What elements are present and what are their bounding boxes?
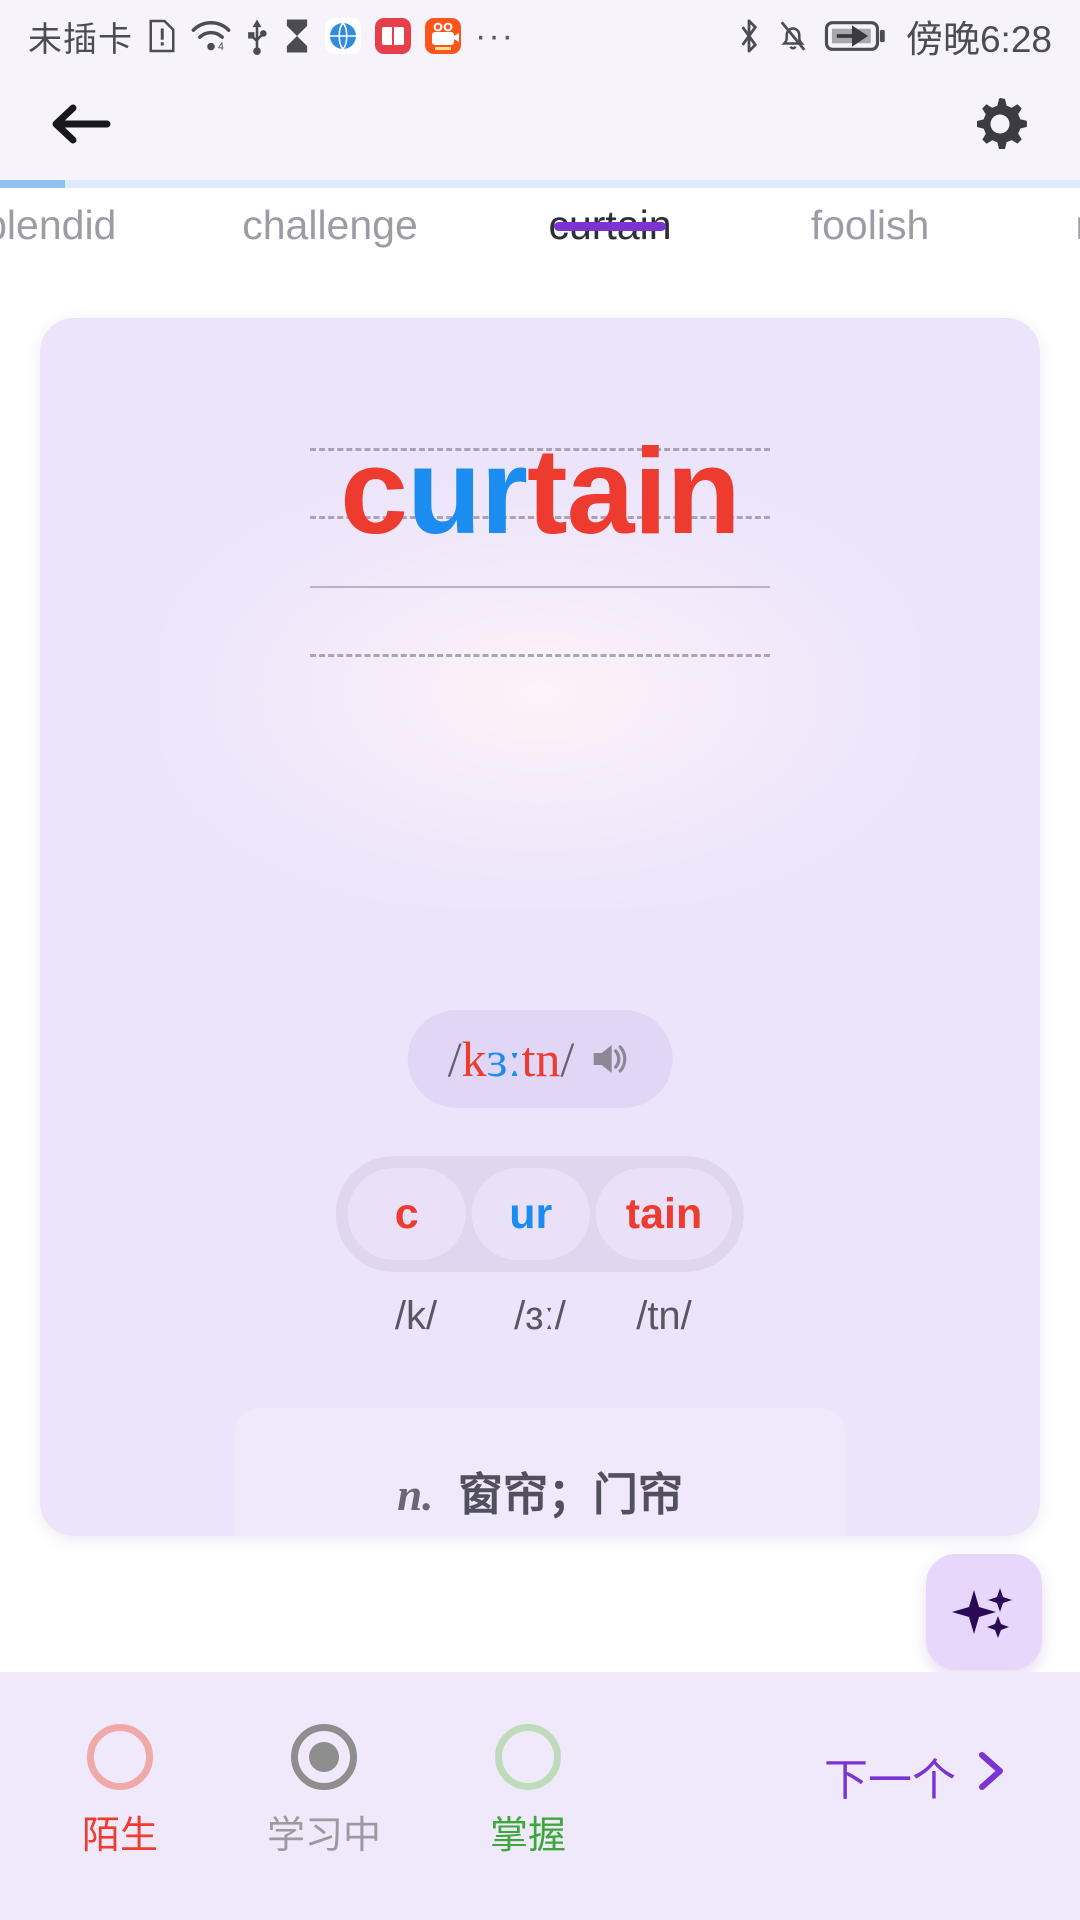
phonetic-segment: k <box>461 1031 487 1087</box>
hourglass-icon <box>283 17 311 55</box>
word-tab-row: splendid challenge curtain foolish misunders… <box>0 188 1080 293</box>
mastery-status-label: 陌生 <box>81 1814 158 1857</box>
mastery-status-group: 陌生 学习中 掌握 <box>46 1723 602 1859</box>
word-tab-challenge[interactable]: challenge <box>180 188 480 249</box>
active-tab-underline <box>554 222 666 231</box>
mastery-status-label: 学习中 <box>266 1814 381 1857</box>
definition-meaning: 窗帘；门帘 <box>457 1469 683 1520</box>
video-app-icon <box>425 18 461 54</box>
definition: n. 窗帘；门帘 <box>40 1458 1040 1523</box>
back-button[interactable] <box>44 90 116 162</box>
bottom-bar: 陌生 学习中 掌握 下一个 <box>0 1672 1080 1920</box>
next-word-button[interactable]: 下一个 <box>824 1744 1010 1808</box>
word-tab-label: splendid <box>0 202 117 248</box>
clock-label: 傍晚6:28 <box>905 19 1052 60</box>
wifi-icon: 4 <box>191 19 231 53</box>
syllable-letters: tain <box>625 1189 703 1238</box>
overflow-dots[interactable]: ··· <box>475 19 515 53</box>
word-segment: tain <box>526 423 741 559</box>
sim-alert-icon <box>147 17 177 55</box>
speaker-icon[interactable] <box>586 1036 632 1082</box>
mastery-ring-icon <box>87 1723 153 1790</box>
mastery-selected-dot <box>309 1741 339 1772</box>
word-tab-splendid[interactable]: splendid <box>0 188 180 249</box>
word-tab-misunderstand[interactable]: misunderstand <box>1000 188 1080 249</box>
word-display[interactable]: curtain <box>40 430 1040 552</box>
syllable-chip[interactable]: ur <box>471 1168 590 1260</box>
mute-bell-icon <box>778 17 808 55</box>
word-tab-label: challenge <box>242 202 418 248</box>
word-card: curtain /kɜːtn/ c ur tain /k//ɜː//tn/ n. 窗… <box>40 318 1040 1536</box>
writing-guide-line-4 <box>310 654 770 657</box>
word-tab-label: misunderstand <box>1076 202 1080 248</box>
part-of-speech: n. <box>397 1470 434 1520</box>
bluetooth-icon <box>736 17 762 55</box>
phonetic-text: /kɜːtn/ <box>448 1030 575 1088</box>
syllable-phoneme-row: /k/ /ɜː/ /tn/ <box>357 1294 723 1339</box>
mastery-status-学习中[interactable]: 学习中 <box>250 1723 398 1859</box>
phonetic-slash: / <box>560 1031 575 1087</box>
gear-icon <box>968 92 1032 161</box>
word-tab-strip[interactable]: splendid challenge curtain foolish misunders… <box>0 188 1080 293</box>
mastery-status-掌握[interactable]: 掌握 <box>454 1723 602 1859</box>
arrow-left-icon <box>49 98 111 155</box>
mastery-status-label: 掌握 <box>489 1814 566 1857</box>
phonetic-segment: tn <box>521 1031 561 1087</box>
svg-text:4: 4 <box>218 41 224 53</box>
syllable-chip-group[interactable]: c ur tain <box>335 1156 745 1272</box>
app-bar <box>0 72 1080 180</box>
word-segment: c <box>340 423 408 559</box>
next-word-label: 下一个 <box>824 1756 956 1805</box>
mastery-ring-icon <box>291 1723 357 1790</box>
book-app-icon <box>375 18 411 54</box>
syllable-letters: c <box>394 1189 419 1238</box>
lesson-progress-bar <box>0 180 1080 188</box>
chevron-right-icon <box>970 1747 1010 1806</box>
syllable-phoneme: /k/ <box>394 1294 438 1338</box>
sparkles-icon <box>948 1574 1020 1651</box>
word-tab-curtain[interactable]: curtain <box>480 188 740 249</box>
carrier-label: 未插卡 <box>28 20 133 59</box>
mastery-ring-icon <box>495 1723 561 1790</box>
syllable-letters: ur <box>509 1189 553 1238</box>
status-bar-left: 未插卡 4 ··· <box>28 12 515 61</box>
globe-app-icon <box>325 18 361 54</box>
syllable-chip[interactable]: c <box>347 1168 466 1260</box>
lesson-progress-fill <box>0 180 65 188</box>
syllable-phoneme: /tn/ <box>636 1294 692 1338</box>
word-tab-foolish[interactable]: foolish <box>740 188 1000 249</box>
syllable-phoneme: /ɜː/ <box>514 1294 566 1338</box>
word-tab-label: foolish <box>810 202 930 248</box>
syllable-chip[interactable]: tain <box>595 1168 733 1260</box>
ai-assist-fab[interactable] <box>926 1554 1042 1670</box>
writing-guide-line-3 <box>310 586 770 588</box>
status-bar-right: 傍晚6:28 <box>736 9 1052 63</box>
status-bar: 未插卡 4 ··· 傍晚6:28 <box>0 0 1080 72</box>
battery-charging-icon <box>824 19 886 53</box>
phonetic-pill[interactable]: /kɜːtn/ <box>407 1010 673 1108</box>
mastery-status-陌生[interactable]: 陌生 <box>46 1723 194 1859</box>
app-root: 未插卡 4 ··· 傍晚6:28 lendid challenge foolis… <box>0 0 1080 1920</box>
phonetic-segment: ɜː <box>486 1031 522 1087</box>
settings-button[interactable] <box>964 90 1036 162</box>
usb-icon <box>245 17 269 55</box>
word-segment: ur <box>406 423 528 559</box>
phonetic-slash: / <box>447 1031 462 1087</box>
